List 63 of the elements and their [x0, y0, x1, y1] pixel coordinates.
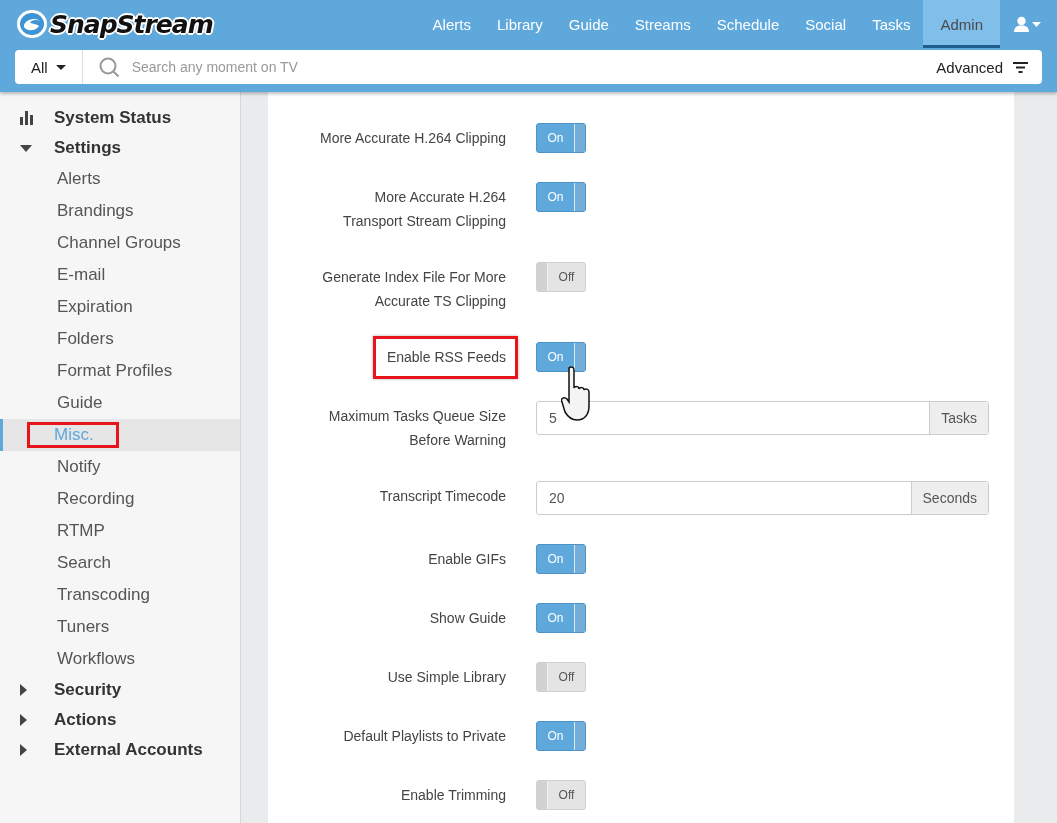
toggle-text: On — [546, 611, 565, 625]
sidebar-item[interactable]: Security — [54, 680, 122, 700]
toggle-text: Off — [557, 670, 576, 684]
sidebar-item[interactable]: Transcoding — [57, 582, 150, 608]
sidebar-item[interactable]: Guide — [57, 390, 103, 416]
logo-icon — [16, 8, 48, 40]
sidebar-item[interactable]: External Accounts — [54, 740, 203, 760]
setting-label: Transcript Timecode — [379, 487, 506, 506]
caret-right-icon[interactable] — [20, 714, 27, 726]
sidebar-item[interactable]: Search — [57, 550, 111, 576]
sidebar-item[interactable]: Workflows — [57, 646, 136, 672]
sidebar-item[interactable]: RTMP — [57, 518, 105, 544]
scope-dropdown[interactable]: All — [15, 50, 83, 84]
toggle-switch[interactable]: Off — [536, 662, 586, 692]
nav-tab[interactable]: Admin — [923, 0, 1000, 48]
setting-label: Enable GIFs — [428, 550, 506, 569]
caret-icon — [1032, 21, 1041, 27]
sidebar-item[interactable]: Tuners — [57, 614, 110, 640]
toggle-switch[interactable]: Off — [536, 780, 586, 810]
bar-chart-icon — [20, 111, 34, 125]
search-icon — [98, 56, 120, 78]
setting-label: Generate Index File For More Accurate TS Clipping — [322, 268, 506, 311]
input-group[interactable]: 20 Seconds — [536, 481, 989, 515]
setting-label: Use Simple Library — [387, 668, 506, 687]
unit-label: Seconds — [910, 482, 988, 514]
caret-down-icon[interactable] — [20, 144, 32, 152]
sidebar-item[interactable]: Settings — [54, 138, 122, 158]
sidebar-item[interactable]: Folders — [57, 326, 114, 352]
sidebar-item[interactable]: Brandings — [57, 198, 134, 224]
caret-right-icon[interactable] — [20, 684, 27, 696]
user-icon — [1014, 16, 1029, 32]
input-group[interactable]: 5 Tasks — [536, 401, 989, 435]
setting-label: Enable Trimming — [400, 786, 506, 805]
setting-label: Maximum Tasks Queue Size Before Warning — [328, 407, 506, 450]
setting-label: More Accurate H.264 Transport Stream Clipping — [343, 188, 506, 231]
toggle-switch[interactable]: Off — [536, 262, 586, 292]
caret-icon — [55, 64, 66, 70]
sidebar-item[interactable]: Channel Groups — [57, 230, 181, 256]
sidebar-item[interactable]: Notify — [57, 454, 101, 480]
toggle-text: On — [546, 729, 565, 743]
sidebar-item[interactable]: Recording — [57, 486, 135, 512]
sidebar-item[interactable]: System Status — [54, 108, 172, 128]
sidebar-item[interactable]: Expiration — [57, 294, 133, 320]
sidebar-item[interactable]: Alerts — [57, 166, 101, 192]
sidebar-item[interactable]: E-mail — [57, 262, 106, 288]
toggle-text: On — [546, 350, 565, 364]
toggle-text: On — [546, 131, 565, 145]
toggle-text: Off — [557, 270, 576, 284]
unit-label: Tasks — [929, 402, 988, 434]
advanced-button[interactable]: Advanced — [930, 57, 1042, 77]
setting-label: More Accurate H.264 Clipping — [320, 129, 506, 148]
toggle-text: On — [546, 190, 565, 204]
filter-icon — [1013, 61, 1028, 73]
logo-text: SnapStream — [50, 9, 213, 39]
sidebar-item[interactable]: Actions — [54, 710, 117, 730]
caret-right-icon[interactable] — [20, 744, 27, 756]
setting-label: Show Guide — [429, 609, 506, 628]
search-field[interactable]: All Search any moment on TV Advanced — [15, 50, 1042, 84]
setting-label: Default Playlists to Private — [343, 727, 506, 746]
sidebar-item[interactable]: Format Profiles — [57, 358, 173, 384]
toggle-text: On — [546, 552, 565, 566]
setting-label: Enable RSS Feeds — [372, 336, 518, 379]
toggle-text: Off — [557, 788, 576, 802]
